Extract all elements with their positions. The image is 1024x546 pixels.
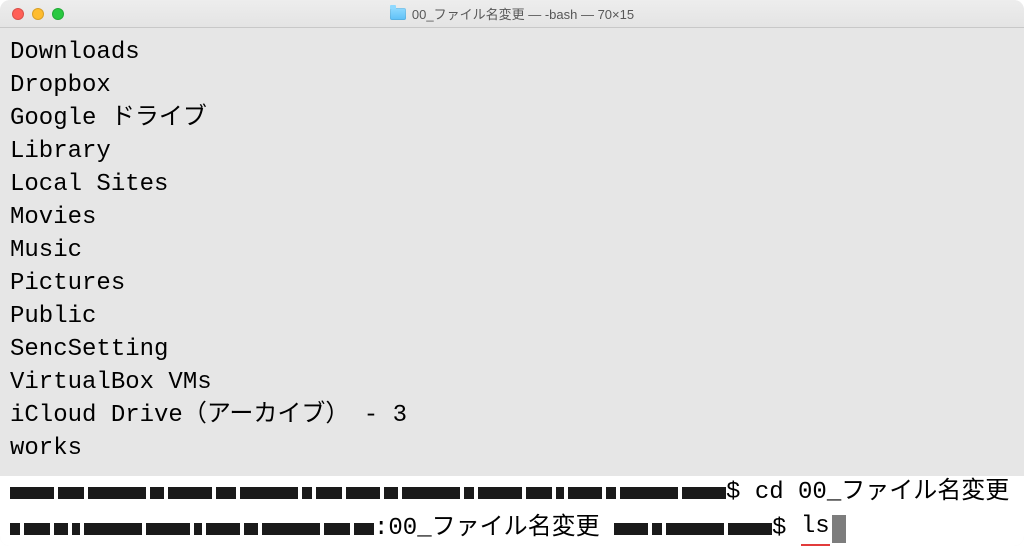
prompt-sigil: $ [772, 512, 801, 546]
minimize-icon[interactable] [32, 8, 44, 20]
list-item: VirtualBox VMs [10, 366, 1014, 399]
list-item: Local Sites [10, 168, 1014, 201]
terminal-window: 00_ファイル名変更 — -bash — 70×15 Downloads Dro… [0, 0, 1024, 546]
close-icon[interactable] [12, 8, 24, 20]
cwd-text: 00_ファイル名変更 [388, 512, 599, 546]
window-controls [0, 8, 64, 20]
list-item: works [10, 432, 1014, 465]
list-item: Dropbox [10, 69, 1014, 102]
cursor [832, 515, 846, 543]
path-separator: : [374, 512, 388, 546]
list-item: Public [10, 300, 1014, 333]
list-item: Music [10, 234, 1014, 267]
prompt-sigil: $ [726, 476, 755, 510]
list-item: Pictures [10, 267, 1014, 300]
terminal-output[interactable]: Downloads Dropbox Google ドライブ Library Lo… [0, 28, 1024, 476]
list-item: iCloud Drive（アーカイブ） - 3 [10, 399, 1014, 432]
prompt-area[interactable]: $ cd 00_ファイル名変更 : 00_ファイル名変更 $ ls [0, 476, 1024, 546]
folder-icon [390, 8, 406, 20]
maximize-icon[interactable] [52, 8, 64, 20]
redacted-host [10, 487, 726, 499]
list-item: SencSetting [10, 333, 1014, 366]
prompt-line-2[interactable]: : 00_ファイル名変更 $ ls [0, 510, 1024, 546]
list-item: Movies [10, 201, 1014, 234]
list-item: Downloads [10, 36, 1014, 69]
redacted-user [614, 523, 772, 535]
redacted-host [10, 523, 374, 535]
window-title: 00_ファイル名変更 — -bash — 70×15 [0, 4, 1024, 23]
prompt-line-1: $ cd 00_ファイル名変更 [0, 476, 1024, 510]
list-item: Google ドライブ [10, 102, 1014, 135]
titlebar[interactable]: 00_ファイル名変更 — -bash — 70×15 [0, 0, 1024, 28]
window-title-text: 00_ファイル名変更 — -bash — 70×15 [412, 4, 634, 23]
command-text[interactable]: ls [801, 510, 830, 546]
command-text: cd 00_ファイル名変更 [755, 476, 1009, 510]
list-item: Library [10, 135, 1014, 168]
